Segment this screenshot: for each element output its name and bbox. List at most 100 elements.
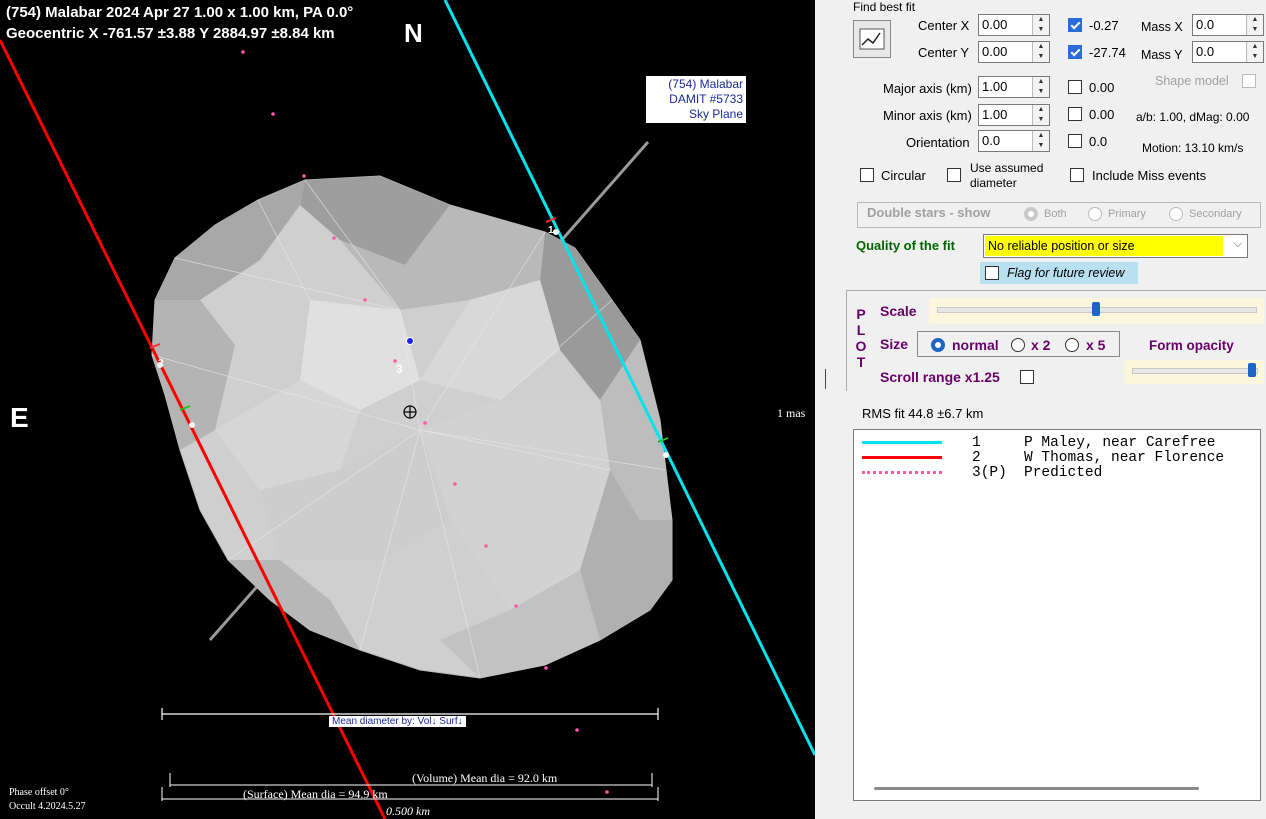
major-axis-value: 1.00 [982, 79, 1008, 94]
find-best-fit-label: Find best fit [853, 0, 916, 14]
surface-mean-dia-label: (Surface) Mean dia = 94.9 km [243, 787, 388, 801]
double-stars-primary-radio[interactable] [1088, 207, 1102, 221]
mean-diameter-by-label[interactable]: Mean diameter by: Vol↓ Surf↓ [329, 716, 466, 727]
circular-label: Circular [881, 168, 926, 183]
center-x-spin-buttons[interactable]: ▲ ▼ [1032, 15, 1049, 35]
major-axis-spinner[interactable]: 1.00 ▲ ▼ [978, 76, 1050, 98]
motion-label: Motion: 13.10 km/s [1142, 141, 1244, 155]
sky-plane-info-box: (754) Malabar DAMIT #5733 Sky Plane [646, 76, 746, 123]
legend-row[interactable]: 3(P) Predicted [854, 465, 1260, 481]
circular-checkbox[interactable] [860, 168, 874, 182]
scale-label: Scale [880, 303, 917, 319]
mass-y-label: Mass Y [1141, 48, 1183, 62]
form-opacity-slider-track [1132, 368, 1258, 374]
center-x-spinner[interactable]: 0.00 ▲ ▼ [978, 14, 1050, 36]
legend-observer-name: W Thomas, near Florence [1024, 450, 1225, 466]
chord-label-3: 3 [396, 362, 403, 376]
legend-row[interactable]: 1 P Maley, near Carefree [854, 435, 1260, 451]
size-normal-label: normal [952, 337, 999, 353]
double-stars-label: Double stars - show [867, 205, 991, 220]
flag-review-label: Flag for future review [1007, 266, 1125, 280]
sky-box-line-3: Sky Plane [688, 107, 743, 121]
plot-header-line-1: (754) Malabar 2024 Apr 27 1.00 x 1.00 km… [6, 4, 354, 21]
east-label: E [10, 402, 29, 433]
minor-axis-spinner[interactable]: 1.00 ▲ ▼ [978, 104, 1050, 126]
double-stars-primary-label: Primary [1108, 208, 1146, 220]
legend-line-swatch [862, 441, 942, 444]
chord-label-2: 2 [158, 358, 164, 369]
orientation-label: Orientation [906, 135, 970, 150]
double-stars-both-label: Both [1044, 208, 1067, 220]
legend-horizontal-scrollbar[interactable] [874, 787, 1199, 790]
include-miss-checkbox[interactable] [1070, 168, 1084, 182]
mass-x-spin-buttons[interactable]: ▲ ▼ [1246, 15, 1263, 35]
orientation-spinner[interactable]: 0.0 ▲ ▼ [978, 130, 1050, 152]
use-assumed-diameter-label: Use assumed diameter [970, 161, 1043, 191]
center-y-label: Center Y [918, 45, 970, 60]
fit-center-crosshair [403, 405, 417, 419]
phase-offset-label: Phase offset 0° [9, 787, 69, 798]
flag-review-checkbox[interactable] [985, 266, 999, 280]
size-x2-radio[interactable] [1011, 338, 1025, 352]
mass-y-spinner[interactable]: 0.0 ▲ ▼ [1192, 41, 1264, 63]
scale-slider-thumb[interactable] [1092, 302, 1100, 316]
center-y-spinner[interactable]: 0.00 ▲ ▼ [978, 41, 1050, 63]
shape-model-checkbox[interactable] [1242, 74, 1256, 88]
find-best-fit-button[interactable] [853, 20, 891, 58]
double-stars-secondary-radio[interactable] [1169, 207, 1183, 221]
version-label: Occult 4.2024.5.27 [9, 801, 86, 812]
observer-legend-list[interactable]: 1 P Maley, near Carefree 2 W Thomas, near F… [853, 429, 1261, 801]
minor-axis-checkbox[interactable] [1068, 107, 1082, 121]
legend-observer-name: P Maley, near Carefree [1024, 435, 1216, 451]
double-stars-secondary-label: Secondary [1189, 208, 1242, 220]
scale-km-label: 0.500 km [386, 804, 430, 818]
panel-splitter[interactable] [825, 369, 840, 389]
major-axis-checkbox[interactable] [1068, 80, 1082, 94]
volume-diameter-bar [169, 773, 653, 787]
plot-letter-p: P [856, 306, 866, 322]
mass-y-spin-buttons[interactable]: ▲ ▼ [1246, 42, 1263, 62]
major-axis-spin-buttons[interactable]: ▲ ▼ [1032, 77, 1049, 97]
center-x-label: Center X [918, 18, 970, 33]
plot-letter-l: L [856, 322, 866, 338]
orientation-checkbox[interactable] [1068, 134, 1082, 148]
size-x5-radio[interactable] [1065, 338, 1079, 352]
size-label: Size [880, 336, 909, 352]
form-opacity-label: Form opacity [1149, 338, 1234, 353]
include-miss-label: Include Miss events [1092, 168, 1207, 183]
center-y-spin-buttons[interactable]: ▲ ▼ [1032, 42, 1049, 62]
minor-axis-spin-buttons[interactable]: ▲ ▼ [1032, 105, 1049, 125]
plot-area[interactable]: (754) Malabar 2024 Apr 27 1.00 x 1.00 km… [0, 0, 815, 819]
mass-x-spinner[interactable]: 0.0 ▲ ▼ [1192, 14, 1264, 36]
quality-of-fit-value: No reliable position or size [985, 236, 1223, 256]
sky-box-line-2: DAMIT #5733 [669, 92, 743, 106]
center-x-fit-value: -0.27 [1089, 18, 1119, 33]
minor-axis-fit-value: 0.00 [1089, 107, 1115, 122]
plot-letter-o: O [855, 338, 867, 354]
chord-label-1: 1 [548, 225, 554, 236]
legend-number: 3(P) [972, 465, 1007, 481]
scale-slider[interactable] [929, 298, 1264, 324]
scroll-range-checkbox[interactable] [1020, 370, 1034, 384]
legend-line-swatch [862, 471, 942, 474]
legend-row[interactable]: 2 W Thomas, near Florence [854, 450, 1260, 466]
use-assumed-diameter-checkbox[interactable] [947, 168, 961, 182]
center-x-checkbox[interactable] [1068, 18, 1082, 32]
center-y-checkbox[interactable] [1068, 45, 1082, 59]
mass-x-label: Mass X [1141, 20, 1183, 34]
double-stars-both-radio[interactable] [1024, 207, 1038, 221]
mass-x-value: 0.0 [1196, 17, 1215, 32]
orientation-value: 0.0 [982, 133, 1001, 148]
plot-header-line-2: Geocentric X -761.57 ±3.88 Y 2884.97 ±8.… [6, 25, 335, 42]
center-y-fit-value: -27.74 [1089, 45, 1126, 60]
major-axis-label: Major axis (km) [883, 81, 972, 96]
form-opacity-slider[interactable] [1124, 360, 1264, 384]
form-opacity-slider-thumb[interactable] [1248, 363, 1257, 377]
quality-of-fit-dropdown[interactable]: No reliable position or size ⌵ [983, 234, 1248, 258]
orientation-spin-buttons[interactable]: ▲ ▼ [1032, 131, 1049, 151]
legend-number: 1 [972, 435, 981, 451]
size-normal-radio[interactable] [931, 338, 945, 352]
north-label: N [404, 18, 423, 48]
center-x-value: 0.00 [982, 17, 1008, 32]
sky-box-line-1: (754) Malabar [668, 77, 743, 91]
